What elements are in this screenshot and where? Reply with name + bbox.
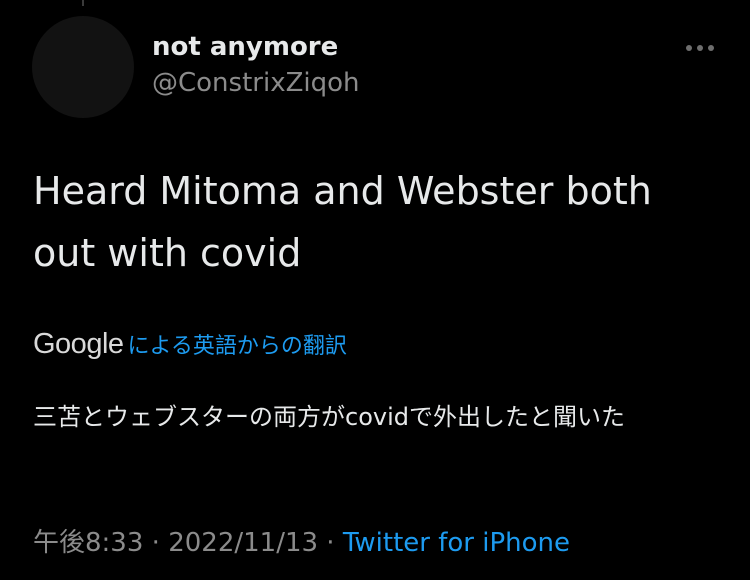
translated-tweet-text: 三苫とウェブスターの両方がcovidで外出したと聞いた [33, 403, 625, 431]
meta-separator: · [143, 528, 169, 558]
more-options-button[interactable] [680, 34, 720, 62]
thread-connector-line [82, 0, 84, 6]
translation-label-link[interactable]: による英語からの翻訳 [128, 328, 347, 360]
tweet-text: Heard Mitoma and Webster both out with c… [33, 169, 652, 275]
more-horizontal-icon [686, 45, 692, 51]
tweet-source-link[interactable]: Twitter for iPhone [343, 528, 570, 558]
more-horizontal-icon-dot [697, 45, 703, 51]
author-display-name[interactable]: not anymore [152, 32, 338, 62]
tweet-time[interactable]: 午後8:33 [33, 528, 143, 558]
meta-separator: · [318, 528, 343, 558]
author-handle[interactable]: @ConstrixZiqoh [152, 68, 360, 98]
translation-attribution: Google による英語からの翻訳 [33, 328, 347, 361]
google-logo: Google [33, 328, 124, 360]
tweet-date[interactable]: 2022/11/13 [168, 528, 318, 558]
tweet-meta: 午後8:33 · 2022/11/13 · Twitter for iPhone [33, 522, 570, 559]
more-horizontal-icon-dot [708, 45, 714, 51]
avatar[interactable] [32, 16, 134, 118]
